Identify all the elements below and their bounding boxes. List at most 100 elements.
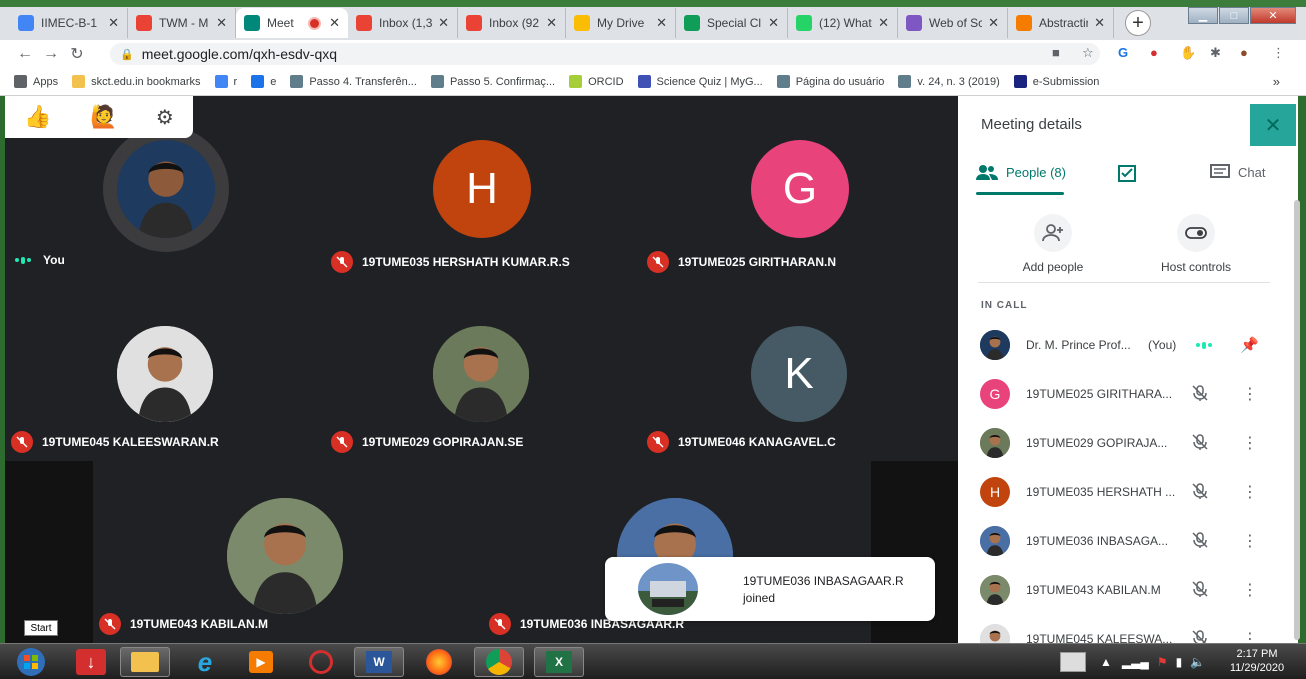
settings-gear-icon[interactable]: ⚙ — [156, 105, 174, 130]
participant-avatar[interactable]: K — [751, 326, 847, 422]
more-options-icon[interactable]: ⋮ — [1242, 580, 1258, 600]
close-tab-icon[interactable]: ✕ — [546, 15, 557, 31]
bookmark-item[interactable]: Science Quiz | MyG... — [637, 75, 763, 88]
bookmark-item[interactable]: e — [251, 75, 276, 88]
bookmark-item[interactable]: r — [214, 75, 237, 88]
url-text: meet.google.com/qxh-esdv-qxq — [141, 46, 338, 62]
browser-tab[interactable]: Meet ✕ — [236, 8, 348, 38]
url-field[interactable]: 🔒 meet.google.com/qxh-esdv-qxq — [110, 43, 1100, 65]
close-window-button[interactable]: ✕ — [1250, 7, 1296, 24]
extension-apple-icon[interactable]: ● — [1150, 45, 1158, 60]
back-icon[interactable]: ← — [12, 45, 38, 63]
participant-avatar[interactable] — [117, 326, 213, 422]
participant-avatar[interactable] — [433, 326, 529, 422]
mic-off-icon — [99, 613, 121, 635]
close-panel-button[interactable]: ✕ — [1250, 104, 1296, 146]
participant-row[interactable]: H 19TUME035 HERSHATH ... ⋮ — [980, 474, 1270, 510]
profile-avatar[interactable]: ● — [1240, 45, 1248, 60]
new-tab-button[interactable]: + — [1125, 10, 1151, 36]
bookmark-item[interactable]: Passo 5. Confirmaç... — [430, 75, 555, 88]
participant-avatar — [980, 330, 1010, 360]
taskbar-ie[interactable]: e — [180, 647, 230, 677]
participant-row[interactable]: 19TUME036 INBASAGA... ⋮ — [980, 523, 1270, 559]
show-hidden-icons[interactable]: ▲ — [1100, 655, 1112, 669]
close-tab-icon[interactable]: ✕ — [329, 15, 340, 31]
minimize-button[interactable]: ▁ — [1188, 7, 1218, 24]
browser-tab[interactable]: My Drive ✕ — [566, 8, 676, 38]
participant-avatar[interactable] — [117, 140, 215, 238]
participant-row[interactable]: 19TUME029 GOPIRAJA... ⋮ — [980, 425, 1270, 461]
maximize-button[interactable]: □ — [1219, 7, 1249, 24]
volume-icon[interactable]: 🔈 — [1190, 655, 1205, 669]
raise-hand-icon[interactable]: 🙋 — [90, 104, 117, 130]
bookmarks-overflow[interactable]: » — [1273, 74, 1280, 89]
browser-tab[interactable]: Web of Sc ✕ — [898, 8, 1008, 38]
taskbar-firefox[interactable] — [414, 647, 464, 677]
taskbar-media[interactable]: ▶ — [236, 647, 286, 677]
close-tab-icon[interactable]: ✕ — [878, 15, 889, 31]
browser-tab[interactable]: Inbox (92 ✕ — [458, 8, 566, 38]
system-clock[interactable]: 2:17 PM 11/29/2020 — [1222, 647, 1292, 675]
reload-icon[interactable]: ↻ — [64, 44, 90, 64]
menu-icon[interactable]: ⋮ — [1272, 45, 1285, 61]
bookmark-item[interactable]: Apps — [14, 75, 58, 88]
taskbar-chrome[interactable] — [474, 647, 524, 677]
thumbs-up-icon[interactable]: 👍 — [24, 104, 51, 130]
extensions-icon[interactable]: ✱ — [1210, 45, 1221, 61]
taskbar-excel[interactable]: X — [534, 647, 584, 677]
bookmark-item[interactable]: skct.edu.in bookmarks — [72, 75, 201, 88]
more-options-icon[interactable]: ⋮ — [1242, 482, 1258, 502]
participant-row[interactable]: Dr. M. Prince Prof... (You) 📌 — [980, 327, 1270, 363]
close-tab-icon[interactable]: ✕ — [656, 15, 667, 31]
browser-tab[interactable]: Special Cl ✕ — [676, 8, 788, 38]
signal-icon[interactable]: ▂▃▄ — [1122, 655, 1149, 669]
flag-icon[interactable]: ⚑ — [1157, 655, 1168, 669]
host-controls-button[interactable]: Host controls — [1141, 214, 1251, 274]
participant-avatar[interactable]: G — [751, 140, 849, 238]
close-tab-icon[interactable]: ✕ — [108, 15, 119, 31]
taskbar-download-app[interactable]: ↓ — [66, 647, 116, 677]
extension-hand-icon[interactable]: ✋ — [1180, 45, 1196, 61]
taskbar-explorer[interactable] — [120, 647, 170, 677]
tab-activities[interactable] — [1118, 164, 1136, 182]
more-options-icon[interactable]: ⋮ — [1242, 384, 1258, 404]
tab-people[interactable]: People (8) — [976, 164, 1066, 180]
battery-icon[interactable]: ▮ — [1176, 655, 1183, 669]
bookmark-star-icon[interactable]: ☆ — [1082, 45, 1094, 61]
toggle-icon — [1177, 214, 1215, 252]
panel-scrollbar[interactable] — [1294, 200, 1300, 640]
word-icon: W — [366, 651, 392, 673]
bookmark-item[interactable]: ORCID — [569, 75, 624, 88]
add-people-button[interactable]: Add people — [998, 214, 1108, 274]
browser-tab[interactable]: (12) What ✕ — [788, 8, 898, 38]
browser-tab[interactable]: Abstractin ✕ — [1008, 8, 1114, 38]
pen-input-icon[interactable] — [1060, 652, 1086, 672]
bookmark-item[interactable]: e-Submission — [1013, 75, 1099, 88]
close-tab-icon[interactable]: ✕ — [438, 15, 449, 31]
taskbar-word[interactable]: W — [354, 647, 404, 677]
bookmark-item[interactable]: v. 24, n. 3 (2019) — [898, 75, 1000, 88]
close-tab-icon[interactable]: ✕ — [988, 15, 999, 31]
camera-icon[interactable]: ■ — [1052, 45, 1060, 60]
bookmark-item[interactable]: Página do usuário — [776, 75, 884, 88]
bookmark-item[interactable]: Passo 4. Transferên... — [290, 75, 417, 88]
forward-icon[interactable]: → — [38, 45, 64, 63]
grammarly-icon[interactable]: G — [1118, 45, 1128, 60]
participant-row[interactable]: 19TUME043 KABILAN.M ⋮ — [980, 572, 1270, 608]
browser-tab[interactable]: TWM - M ✕ — [128, 8, 236, 38]
start-button[interactable] — [6, 647, 56, 677]
more-options-icon[interactable]: ⋮ — [1242, 433, 1258, 453]
participant-avatar[interactable] — [227, 498, 343, 614]
browser-tab[interactable]: Inbox (1,3 ✕ — [348, 8, 458, 38]
folder-icon — [131, 652, 159, 672]
browser-tab[interactable]: IIMEC-B-1 ✕ — [10, 8, 128, 38]
close-tab-icon[interactable]: ✕ — [1094, 15, 1105, 31]
participant-avatar[interactable]: H — [433, 140, 531, 238]
taskbar-recorder[interactable] — [296, 647, 346, 677]
pin-icon[interactable]: 📌 — [1240, 336, 1259, 354]
close-tab-icon[interactable]: ✕ — [216, 15, 227, 31]
participant-row[interactable]: G 19TUME025 GIRITHARA... ⋮ — [980, 376, 1270, 412]
tab-chat[interactable]: Chat — [1210, 164, 1265, 180]
close-tab-icon[interactable]: ✕ — [768, 15, 779, 31]
more-options-icon[interactable]: ⋮ — [1242, 531, 1258, 551]
